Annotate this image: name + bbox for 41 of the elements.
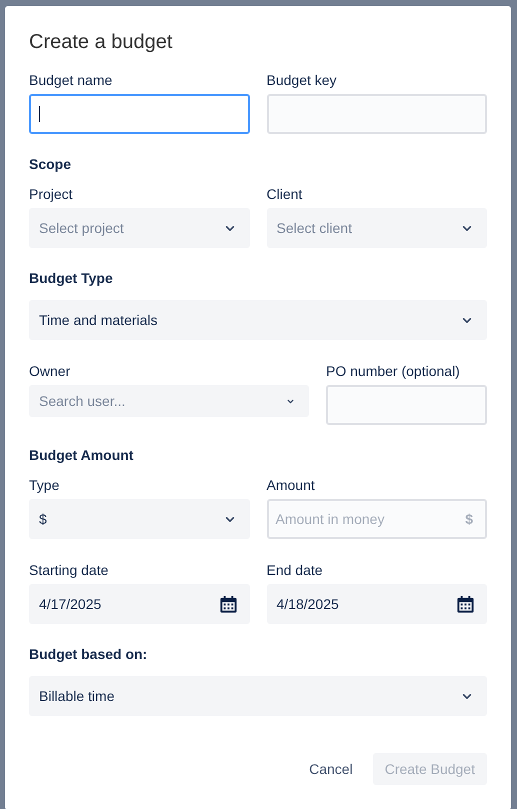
section-heading: Budget based on: xyxy=(29,646,148,662)
placeholder: Amount in money xyxy=(276,511,384,527)
chevron-down-icon xyxy=(462,316,472,324)
section-heading: Budget Type xyxy=(29,270,114,286)
dialog-title: Create a budget xyxy=(29,30,174,54)
select-value: Time and materials xyxy=(39,312,158,328)
field-label: PO number (optional) xyxy=(326,363,461,379)
select-field[interactable]: Billable time xyxy=(29,676,487,716)
calendar-icon xyxy=(456,594,475,614)
currency-suffix: $ xyxy=(465,511,473,527)
field-label: Type xyxy=(29,477,60,493)
field-label: Client xyxy=(266,186,304,202)
field-label: Starting date xyxy=(29,562,110,578)
chevron-down-icon xyxy=(224,516,234,522)
chevron-down-icon xyxy=(224,224,234,232)
placeholder: Select client xyxy=(276,220,352,236)
field-label: Budget key xyxy=(266,72,338,88)
text-field[interactable] xyxy=(29,94,250,134)
section-heading: Scope xyxy=(29,156,72,172)
select-field[interactable]: Time and materials xyxy=(29,300,487,340)
section-heading: Budget Amount xyxy=(29,447,134,463)
chevron-down-icon xyxy=(287,398,294,404)
placeholder: Search user... xyxy=(39,393,126,409)
date-value: 4/18/2025 xyxy=(276,596,339,612)
chevron-down-icon xyxy=(462,692,472,700)
cancel-button[interactable]: Cancel xyxy=(309,753,353,785)
date-value: 4/17/2025 xyxy=(39,596,102,612)
field-label: Budget name xyxy=(29,72,114,88)
calendar-icon xyxy=(218,594,238,614)
select-value: $ xyxy=(39,511,47,527)
date-field[interactable]: 4/18/2025 xyxy=(266,584,487,624)
text-cursor xyxy=(39,106,40,122)
select-value: Billable time xyxy=(39,688,114,704)
placeholder: Select project xyxy=(39,220,124,236)
field-label: End date xyxy=(266,562,324,578)
date-field[interactable]: 4/17/2025 xyxy=(29,584,250,624)
field-label: Project xyxy=(29,186,74,202)
chevron-down-icon xyxy=(462,224,472,232)
field-label: Amount xyxy=(266,477,316,493)
field-label: Owner xyxy=(29,363,72,379)
select-field[interactable]: $ xyxy=(29,499,250,539)
